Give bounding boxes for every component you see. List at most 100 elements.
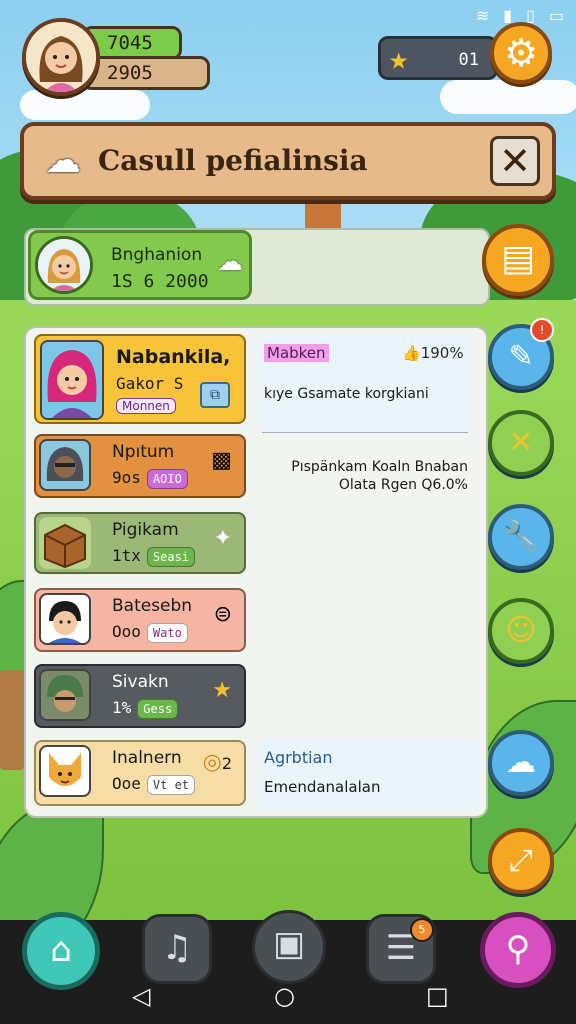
list-item[interactable]: Pigikam 1tx Seasi ✦ <box>34 512 246 574</box>
star-icon: ★ <box>389 39 409 77</box>
emote-button[interactable]: ☺ <box>488 598 554 664</box>
avatar <box>35 236 93 294</box>
list-item[interactable]: Nabankila, Gakor S Monnen ⧉ <box>34 334 246 424</box>
cloud <box>440 80 576 114</box>
avatar <box>39 517 91 569</box>
avatar <box>40 340 104 420</box>
item-sub: 1% <box>112 698 132 717</box>
detail-title: Agrbtian <box>264 748 333 767</box>
fox-face-icon <box>49 753 81 786</box>
star-count: 01 <box>458 50 479 70</box>
close-icon: ✕ <box>508 425 534 460</box>
list-item[interactable]: Sivakn 1% Gess ★ <box>34 664 246 728</box>
close-icon: ✕ <box>499 139 531 183</box>
item-sub-line: Ooo Wato <box>112 622 188 643</box>
inventory-button[interactable]: ▣ <box>252 910 326 984</box>
thumb-icon: 👍 <box>402 344 421 362</box>
star-icon: ★ <box>212 678 232 703</box>
sparkle-icon: ✦ <box>213 526 232 551</box>
player-avatar[interactable] <box>22 18 100 96</box>
sim-icon: ▭ <box>548 6 564 25</box>
woman-face-icon <box>26 22 96 92</box>
list-item[interactable]: Inalnern Ooe Vt et ◎2 <box>34 740 246 806</box>
box-icon <box>44 523 86 569</box>
home-system-button[interactable]: ○ <box>274 982 295 1010</box>
item-sub: Ooe <box>112 774 141 793</box>
man-face-icon <box>49 601 81 643</box>
list-item[interactable]: Npıtum 9os AOIO ▩ <box>34 434 246 498</box>
title-banner: ☁ Casull pefialinsia ✕ <box>20 122 556 200</box>
profile-card[interactable]: Bnghanion 1S 6 2000 ☁ <box>28 230 252 300</box>
knight-face-icon <box>46 447 84 481</box>
music-icon: ♫ <box>161 928 193 968</box>
star-counter[interactable]: ★ 01 <box>378 36 498 80</box>
bread-icon: ▩ <box>211 448 232 473</box>
avatar <box>39 593 91 645</box>
detail-percent-value: 190% <box>420 344 464 362</box>
recents-button[interactable]: □ <box>426 982 449 1010</box>
currency-coins-value: 2905 <box>107 62 153 84</box>
item-sub: Gakor S <box>116 374 184 393</box>
detail-percent: 👍190% <box>402 344 464 362</box>
pencil-icon: ✎ <box>508 339 534 374</box>
item-sub-line: 1tx Seasi <box>112 546 196 567</box>
ghost-icon: ☁ <box>217 247 243 277</box>
music-button[interactable]: ♫ <box>142 914 212 984</box>
item-tag: Gess <box>137 698 179 719</box>
coin-count: 2 <box>221 754 232 773</box>
item-sub: 9os <box>112 468 141 487</box>
item-sub: 1tx <box>112 546 141 565</box>
card-icon[interactable]: ⧉ <box>200 382 230 408</box>
item-tag: AOIO <box>146 468 188 489</box>
action-button[interactable]: ⤢ <box>488 828 554 894</box>
wifi-icon: ≋ <box>475 6 490 25</box>
cloud <box>20 90 150 120</box>
item-name: Nabankila, <box>116 346 231 368</box>
tool-button[interactable]: 🔧 <box>488 504 554 570</box>
notification-badge: ! <box>530 318 554 342</box>
backpack-icon: ▣ <box>272 924 306 964</box>
item-name: Inalnern <box>112 748 182 768</box>
avatar <box>39 745 91 797</box>
back-button[interactable]: ◁ <box>132 982 150 1010</box>
item-sub-line: 9os AOIO <box>112 468 188 489</box>
shop-icon: ▤ <box>500 238 535 279</box>
barrel <box>0 670 24 770</box>
coin-icon: ◎2 <box>202 750 232 775</box>
profile-score: 1S 6 2000 <box>111 271 209 292</box>
item-tag: Monnen <box>116 398 176 414</box>
map-button[interactable]: ☁ <box>488 730 554 796</box>
item-sub-line: 1% Gess <box>112 698 179 719</box>
ghost-icon: ☁ <box>45 140 81 181</box>
settings-button[interactable]: ⚙ <box>490 22 552 84</box>
item-sub-line: Ooe Vt et <box>112 774 196 795</box>
avatar <box>39 669 91 721</box>
search-icon: ⚲ <box>505 929 531 969</box>
currency-gold-value: 7045 <box>107 32 153 54</box>
helmet-face-icon <box>47 675 83 712</box>
item-name: Sivakn <box>112 672 169 692</box>
list-item[interactable]: Batesebn Ooo Wato ⊜ <box>34 588 246 652</box>
item-name: Npıtum <box>112 442 175 462</box>
detail-text-secondary: Pıspänkam Koaln Bnaban Olata Rgen Q6.0% <box>268 458 468 494</box>
close-button[interactable]: ✕ <box>490 136 540 186</box>
currency-coins: 2905 <box>82 56 210 90</box>
jar-icon: ⊜ <box>213 602 232 627</box>
home-button[interactable]: ⌂ <box>22 912 100 990</box>
shop-button[interactable]: ▤ <box>482 224 554 296</box>
wrench-icon: 🔧 <box>502 519 540 554</box>
detail-text: Emendanalalan <box>264 778 381 796</box>
remove-button[interactable]: ✕ <box>488 410 554 476</box>
page-title: Casull pefialinsia <box>98 144 368 177</box>
face-icon: ☺ <box>505 613 537 648</box>
item-sub: Ooo <box>112 622 141 641</box>
detail-text: kıye Gsamate korgkiani <box>264 386 429 402</box>
detail-title: Mabken <box>264 344 329 362</box>
item-tag: Vt et <box>146 774 196 795</box>
avatar <box>39 439 91 491</box>
pickaxe-icon: ⤢ <box>509 843 533 878</box>
search-button[interactable]: ⚲ <box>480 912 556 988</box>
pink-hair-face-icon <box>42 342 102 418</box>
map-icon: ☁ <box>506 745 536 780</box>
tasks-badge: 5 <box>410 918 434 942</box>
